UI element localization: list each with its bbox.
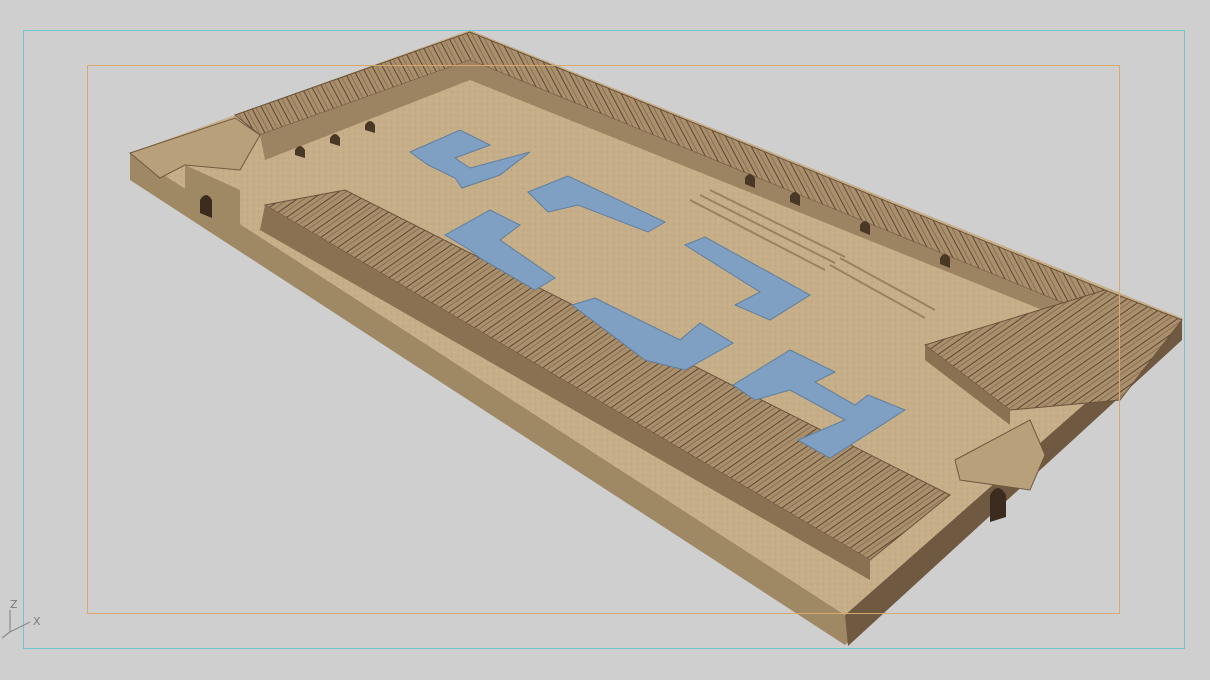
east-entrance-arch (990, 488, 1006, 522)
3d-viewport[interactable]: Z X (0, 0, 1210, 680)
z-axis-label: Z (10, 598, 18, 611)
x-axis-label: X (33, 615, 41, 628)
3d-scene[interactable] (0, 0, 1210, 680)
axis-tripod-icon[interactable]: Z X (0, 596, 48, 640)
